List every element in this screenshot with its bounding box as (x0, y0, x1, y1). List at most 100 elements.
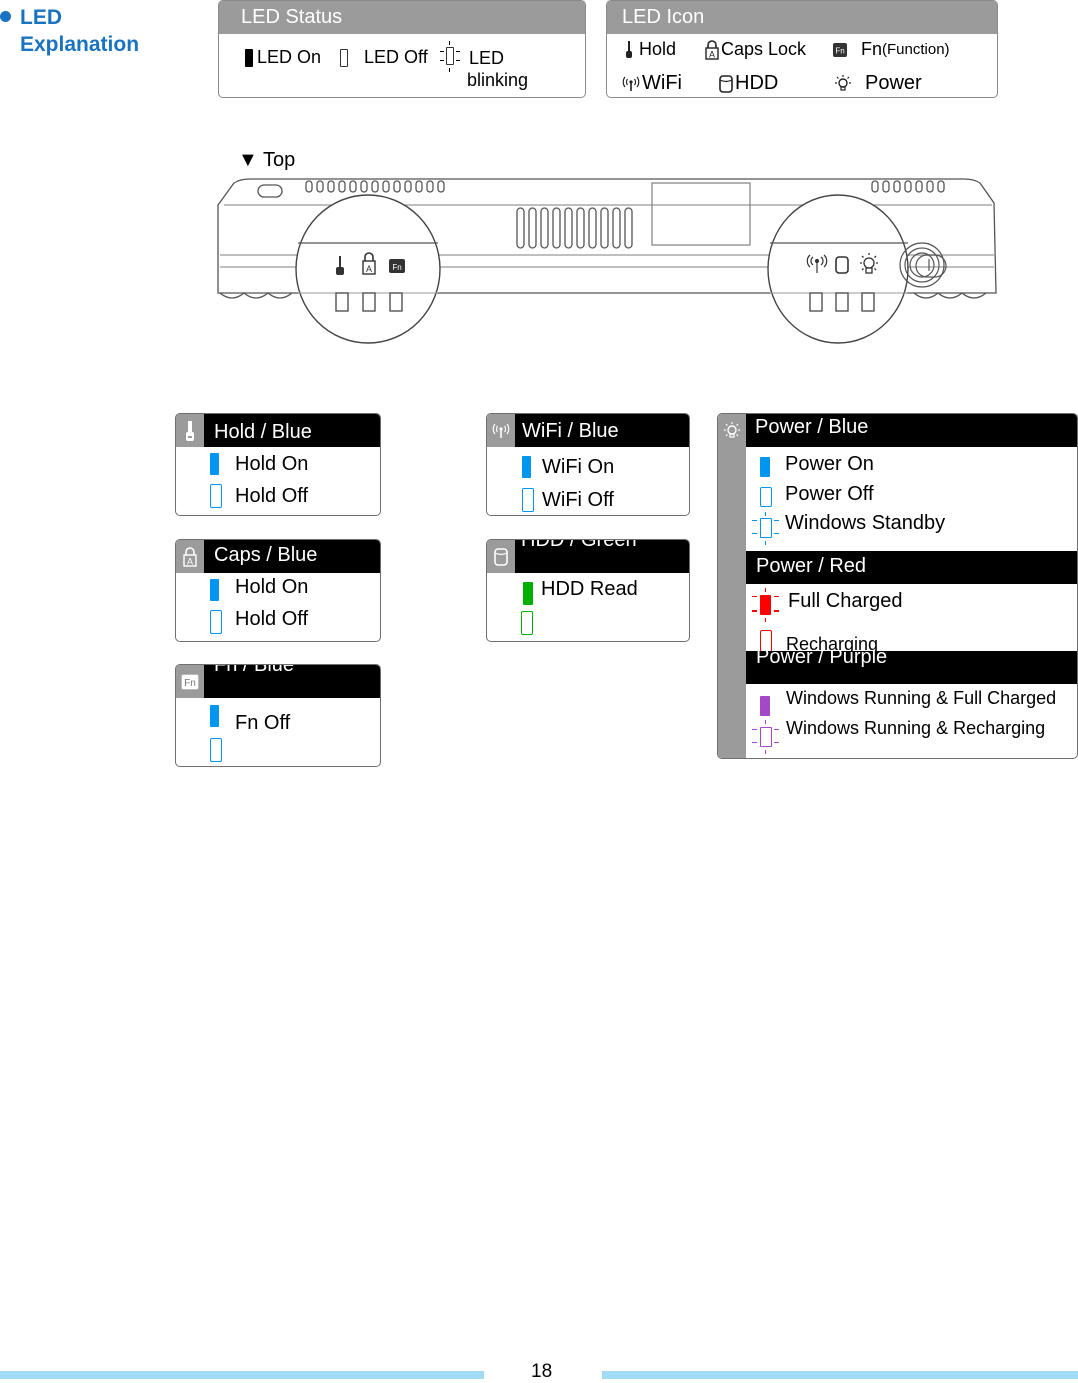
row-caps-off: Hold Off (210, 606, 308, 634)
legend-led-off: LED Off (340, 47, 428, 68)
vents-left (305, 180, 445, 193)
device-view-label: ▼ Top (238, 149, 296, 171)
power-icon (724, 421, 740, 438)
row-label: Full Charged (788, 589, 903, 612)
hdd-label: HDD (735, 72, 779, 94)
row-label: Hold On (235, 575, 309, 598)
fn-label: Fn (861, 39, 883, 59)
card-wifi: WiFi / Blue WiFi On WiFi Off (486, 413, 690, 516)
card-title: HDD / Green (515, 540, 689, 573)
legend-hdd: HDD (719, 72, 778, 95)
row-hdd-read: HDD Read (523, 576, 638, 605)
legend-caps-lock: A Caps Lock (705, 39, 806, 60)
heading-line1: LED (20, 6, 62, 29)
row-label: WiFi On (542, 455, 615, 478)
device-top-view-illustration: A Fn (217, 178, 997, 344)
row-label: Fn Off (235, 712, 291, 734)
svg-text:Fn: Fn (184, 678, 196, 689)
card-power: Power / Blue Power On Power Off Windows … (717, 413, 1078, 759)
row-hold-on: Hold On (210, 451, 308, 477)
svg-text:A: A (366, 264, 372, 274)
hdd-icon (494, 547, 508, 566)
led-off-swatch (760, 630, 772, 651)
row-fn-off (210, 737, 222, 763)
svg-text:Fn: Fn (835, 46, 844, 55)
row-label: Windows Running & Recharging (786, 717, 1046, 738)
legend-led-blinking (439, 41, 461, 72)
hold-icon (186, 420, 194, 441)
legend-power: Power (833, 72, 922, 95)
led-blinking-on-swatch (752, 588, 779, 622)
row-wifi-on: WiFi On (522, 454, 614, 480)
led-on-swatch (245, 48, 253, 67)
row-full-charged: Full Charged (752, 588, 903, 622)
row-windows-standby: Windows Standby (752, 510, 945, 545)
wifi-icon (492, 423, 510, 438)
card-caps: A Caps / Blue Hold On Hold Off (175, 539, 381, 642)
row-power-on: Power On (760, 451, 874, 477)
led-off-swatch (522, 488, 534, 512)
row-label: Hold Off (235, 607, 308, 630)
fn-label-suffix: (Function) (882, 41, 950, 58)
row-label: Hold Off (235, 484, 308, 507)
section-title-power-blue: Power / Blue (746, 414, 1077, 447)
led-off-swatch (340, 48, 348, 67)
fn-icon: Fn (181, 673, 199, 690)
card-title: Hold / Blue (204, 414, 380, 447)
row-label: Power Off (785, 482, 874, 505)
vents-center (516, 207, 633, 249)
fn-icon: Fn (833, 42, 847, 57)
legend-hold: Hold (623, 39, 676, 60)
vents-right (871, 180, 945, 193)
card-title: WiFi / Blue (515, 414, 689, 447)
hold-label: Hold (639, 39, 677, 59)
row-hdd-off (521, 610, 533, 636)
row-power-off: Power Off (760, 481, 874, 507)
led-off-swatch (210, 484, 222, 508)
card-title: Caps / Blue (204, 540, 380, 573)
led-icon-legend: LED Icon Hold A Caps Lock Fn Fn (Function… (606, 0, 998, 98)
right-indicator-magnifier (767, 194, 947, 344)
row-hold-off: Hold Off (210, 483, 308, 509)
hdd-icon (719, 74, 733, 93)
power-icon (835, 74, 851, 91)
hold-icon (626, 40, 632, 58)
row-label: Windows Standby (785, 511, 946, 534)
led-off-label: LED Off (364, 47, 428, 67)
led-blinking-swatch (752, 512, 779, 546)
clipped-label (234, 698, 354, 700)
row-wifi-off: WiFi Off (522, 487, 614, 513)
card-title: Fn / Blue (204, 665, 380, 698)
svg-text:Fn: Fn (392, 263, 401, 272)
led-status-legend: LED Status LED On LED Off LED blinking (218, 0, 586, 98)
led-on-swatch (210, 705, 219, 727)
wifi-icon (622, 76, 640, 91)
card-fn: Fn Fn / Blue Fn Off (175, 664, 381, 767)
section-title-power-purple: Power / Purple (746, 651, 1077, 684)
led-blinking-swatch (439, 41, 461, 72)
led-on-swatch (522, 456, 531, 478)
footer-bar-left (0, 1371, 484, 1379)
top-button (257, 184, 283, 198)
row-label: Recharging (786, 634, 879, 651)
legend-led-on: LED On (245, 47, 321, 68)
led-blinking-label: LED blinking (467, 48, 529, 90)
caps-lock-label: Caps Lock (721, 39, 807, 59)
section-title-power-red: Power / Red (746, 551, 1077, 584)
svg-text:A: A (187, 556, 193, 566)
led-off-swatch (760, 487, 772, 507)
section-heading: LED Explanation (0, 4, 139, 58)
power-label: Power (865, 72, 922, 94)
heading-line2: Explanation (20, 33, 140, 56)
led-on-swatch (760, 696, 770, 716)
card-hdd: HDD / Green HDD Read (486, 539, 690, 642)
wifi-label: WiFi (642, 72, 682, 94)
row-recharging: Recharging (760, 623, 878, 651)
led-off-swatch (210, 738, 222, 762)
card-side (718, 414, 746, 758)
led-on-swatch (760, 457, 770, 477)
row-label: WiFi Off (542, 488, 614, 511)
caps-lock-icon: A (705, 39, 719, 60)
row-caps-on: Hold On (210, 574, 308, 601)
row-label: Hold On (235, 452, 309, 475)
